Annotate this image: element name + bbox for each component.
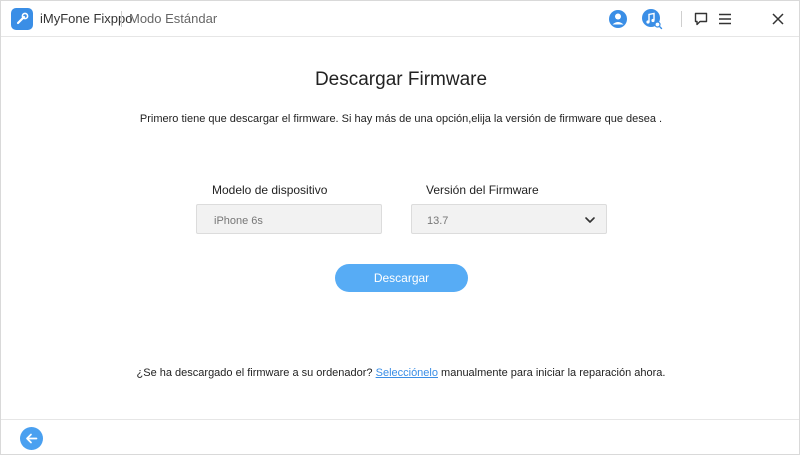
firmware-version-select[interactable]: 13.7 bbox=[411, 204, 607, 234]
manual-select-hint: ¿Se ha descargado el firmware a su orden… bbox=[1, 367, 800, 379]
user-icon[interactable] bbox=[607, 8, 629, 30]
hint-text-before: ¿Se ha descargado el firmware a su orden… bbox=[136, 367, 376, 379]
chevron-down-icon bbox=[585, 217, 595, 223]
firmware-version-value: 13.7 bbox=[427, 215, 449, 227]
title-bar: iMyFone Fixppo Modo Estándar bbox=[1, 1, 799, 37]
page-subtitle: Primero tiene que descargar el firmware.… bbox=[139, 113, 663, 125]
app-window: iMyFone Fixppo Modo Estándar Descargar F… bbox=[0, 0, 800, 455]
page-title: Descargar Firmware bbox=[314, 69, 488, 90]
app-logo-icon bbox=[11, 8, 33, 30]
close-icon[interactable] bbox=[767, 8, 789, 30]
footer-divider bbox=[1, 419, 799, 420]
arrow-left-icon bbox=[26, 433, 38, 444]
title-divider bbox=[121, 11, 122, 27]
device-model-field: iPhone 6s bbox=[196, 204, 382, 234]
hint-text-after: manualmente para iniciar la reparación a… bbox=[437, 367, 666, 379]
mode-label: Modo Estándar bbox=[129, 11, 218, 26]
app-name: iMyFone Fixppo bbox=[40, 11, 133, 26]
back-button[interactable] bbox=[20, 427, 43, 450]
device-model-label: Modelo de dispositivo bbox=[212, 183, 328, 197]
toolbar-divider bbox=[681, 11, 682, 27]
download-button[interactable]: Descargar bbox=[335, 264, 468, 292]
feedback-icon[interactable] bbox=[690, 8, 712, 30]
music-search-icon[interactable] bbox=[641, 8, 663, 30]
device-model-value: iPhone 6s bbox=[214, 215, 263, 227]
menu-icon[interactable] bbox=[714, 8, 736, 30]
select-firmware-link[interactable]: Selecciónelo bbox=[376, 367, 438, 379]
firmware-version-label: Versión del Firmware bbox=[426, 183, 539, 197]
